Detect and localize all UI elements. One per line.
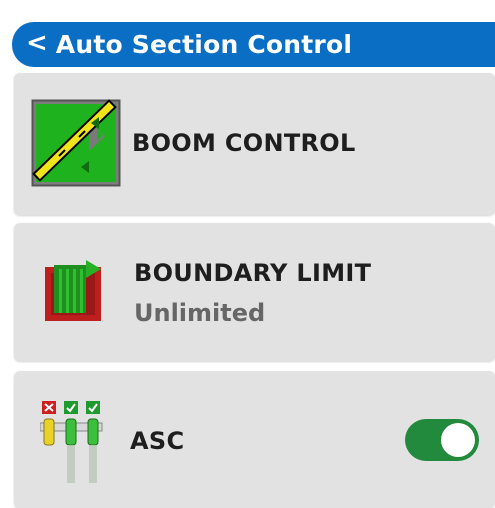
boundary-limit-icon bbox=[45, 260, 101, 321]
back-header-button[interactable]: < Auto Section Control bbox=[12, 22, 495, 67]
menu-item-boom-control[interactable]: BOOM CONTROL bbox=[14, 73, 495, 215]
menu-item-asc: ASC bbox=[14, 371, 495, 508]
menu-item-boundary-limit[interactable]: BOUNDARY LIMIT Unlimited bbox=[14, 223, 495, 361]
asc-label: ASC bbox=[130, 427, 185, 455]
boom-control-icon bbox=[31, 99, 121, 187]
boundary-limit-label: BOUNDARY LIMIT bbox=[134, 259, 372, 287]
boom-control-label: BOOM CONTROL bbox=[132, 129, 356, 157]
boundary-limit-value: Unlimited bbox=[134, 299, 266, 327]
asc-sections-icon bbox=[40, 401, 103, 483]
page-title: Auto Section Control bbox=[55, 30, 353, 59]
asc-toggle-switch[interactable] bbox=[405, 419, 479, 461]
toggle-knob bbox=[441, 423, 475, 457]
auto-section-control-screen: < Auto Section Control BOOM CONTROL BOUN… bbox=[0, 0, 495, 508]
chevron-left-icon: < bbox=[26, 28, 48, 58]
